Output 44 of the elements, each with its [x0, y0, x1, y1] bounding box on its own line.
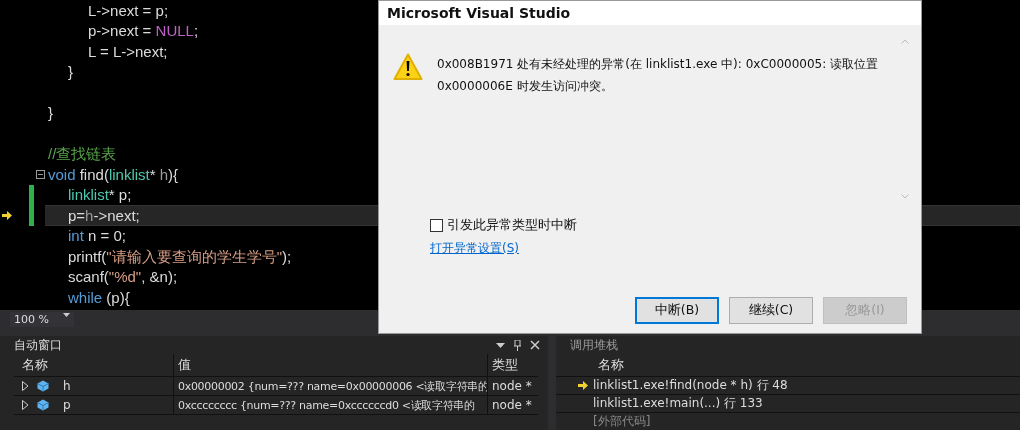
checkbox-label[interactable]: 引发此异常类型时中断: [447, 217, 577, 234]
code-line: printf("请输入要查询的学生学号");: [68, 246, 292, 266]
dialog-button[interactable]: 中断(B): [635, 297, 719, 324]
stack-frame[interactable]: [外部代码]: [593, 413, 651, 430]
code-line: p=h->next;: [68, 205, 140, 225]
dialog-button[interactable]: 继续(C): [729, 297, 813, 324]
code-line: }: [68, 62, 73, 82]
panel-title: 自动窗口: [14, 336, 62, 354]
variable-type: node *: [492, 398, 532, 412]
code-line: L = L->next;: [88, 41, 168, 61]
column-header[interactable]: 值: [173, 354, 487, 376]
column-header[interactable]: 类型: [487, 354, 538, 376]
code-line: int n = 0;: [68, 226, 126, 246]
collapse-icon[interactable]: [36, 169, 45, 179]
code-line: while (p){: [68, 287, 130, 307]
variable-type: node *: [492, 379, 532, 393]
code-line: }: [48, 103, 53, 123]
code-line: void find(linklist* h){: [48, 164, 179, 184]
panel-title: 调用堆栈: [570, 336, 618, 354]
exception-settings-link[interactable]: 打开异常设置(S): [430, 240, 519, 257]
variable-value: 0xcccccccc {num=??? name=0xccccccd0 <读取字符串的: [178, 397, 475, 413]
code-line: linklist* p;: [68, 185, 132, 205]
zoom-dropdown[interactable]: 100 %: [10, 311, 74, 327]
caret-icon: [63, 312, 70, 317]
code-line: scanf("%d", &n);: [68, 267, 178, 287]
dropdown-icon[interactable]: [496, 342, 505, 348]
variable-name: p: [63, 398, 71, 412]
code-line: p->next = NULL;: [88, 21, 199, 41]
column-header[interactable]: 名称: [586, 356, 624, 374]
code-line: //查找链表: [48, 144, 117, 164]
stack-frame[interactable]: linklist1.exe!main(...) 行 133: [593, 395, 763, 412]
dialog-title: Microsoft Visual Studio: [379, 1, 921, 25]
variable-icon: [37, 399, 49, 411]
variable-value: 0x00000002 {num=??? name=0x00000006 <读取字符串的: [178, 378, 487, 394]
stack-frame[interactable]: linklist1.exe!find(node * h) 行 48: [593, 377, 788, 394]
variable-icon: [37, 380, 49, 392]
exception-message: 0x008B1971 处有未经处理的异常(在 linklist1.exe 中): 0xC0000005: 读取位置 0x0000006E 时发生访问冲突。: [437, 56, 880, 95]
variable-name: h: [63, 379, 71, 393]
checkbox[interactable]: [430, 219, 443, 232]
code-line: L->next = p;: [88, 0, 169, 20]
warning-icon: [393, 53, 423, 81]
column-header[interactable]: 名称: [14, 354, 173, 376]
pin-icon[interactable]: [513, 339, 522, 351]
close-icon[interactable]: [530, 340, 540, 350]
